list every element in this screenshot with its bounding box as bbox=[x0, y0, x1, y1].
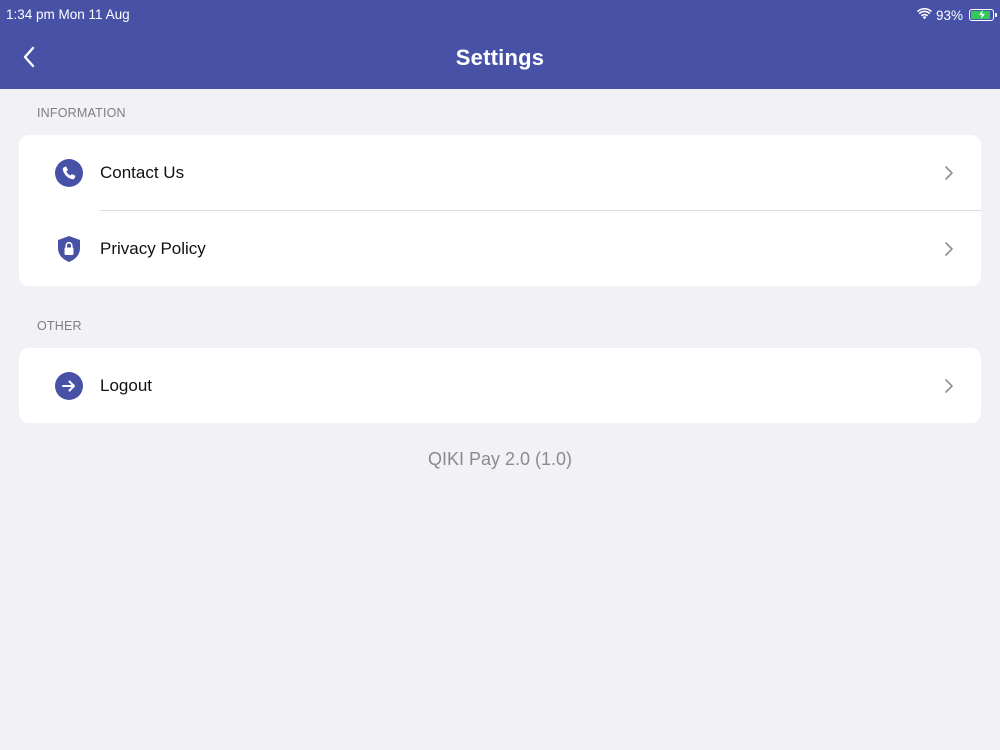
section-label-information: INFORMATION bbox=[37, 106, 126, 120]
section-label-other: OTHER bbox=[37, 319, 82, 333]
wifi-icon bbox=[916, 7, 932, 23]
lightning-bolt-icon bbox=[977, 8, 986, 23]
phone-icon bbox=[55, 159, 83, 187]
battery-percentage: 93% bbox=[935, 7, 963, 23]
privacy-policy-label: Privacy Policy bbox=[100, 239, 206, 258]
chevron-right-icon bbox=[943, 241, 955, 257]
page-title: Settings bbox=[455, 45, 545, 70]
logout-label: Logout bbox=[100, 375, 152, 395]
contact-us-row[interactable]: Contact Us bbox=[19, 135, 981, 211]
shield-lock-icon bbox=[55, 235, 83, 263]
contact-us-label: Contact Us bbox=[100, 163, 185, 182]
battery-charging-icon bbox=[969, 8, 997, 23]
status-time-date: 1:34 pm Mon 11 Aug bbox=[6, 7, 130, 22]
logout-row[interactable]: Logout bbox=[19, 348, 981, 423]
information-card: Contact Us Privacy Policy bbox=[19, 135, 981, 286]
chevron-right-icon bbox=[943, 378, 955, 394]
other-card: Logout bbox=[19, 348, 981, 423]
battery-cap bbox=[995, 13, 997, 17]
nav-header: 1:34 pm Mon 11 Aug 93% Settings bbox=[0, 0, 1000, 89]
app-version: QIKI Pay 2.0 (1.0) bbox=[427, 449, 573, 469]
chevron-right-icon bbox=[943, 165, 955, 181]
arrow-right-icon bbox=[55, 371, 83, 400]
status-indicators: 93% bbox=[916, 6, 997, 24]
privacy-policy-row[interactable]: Privacy Policy bbox=[19, 211, 981, 286]
